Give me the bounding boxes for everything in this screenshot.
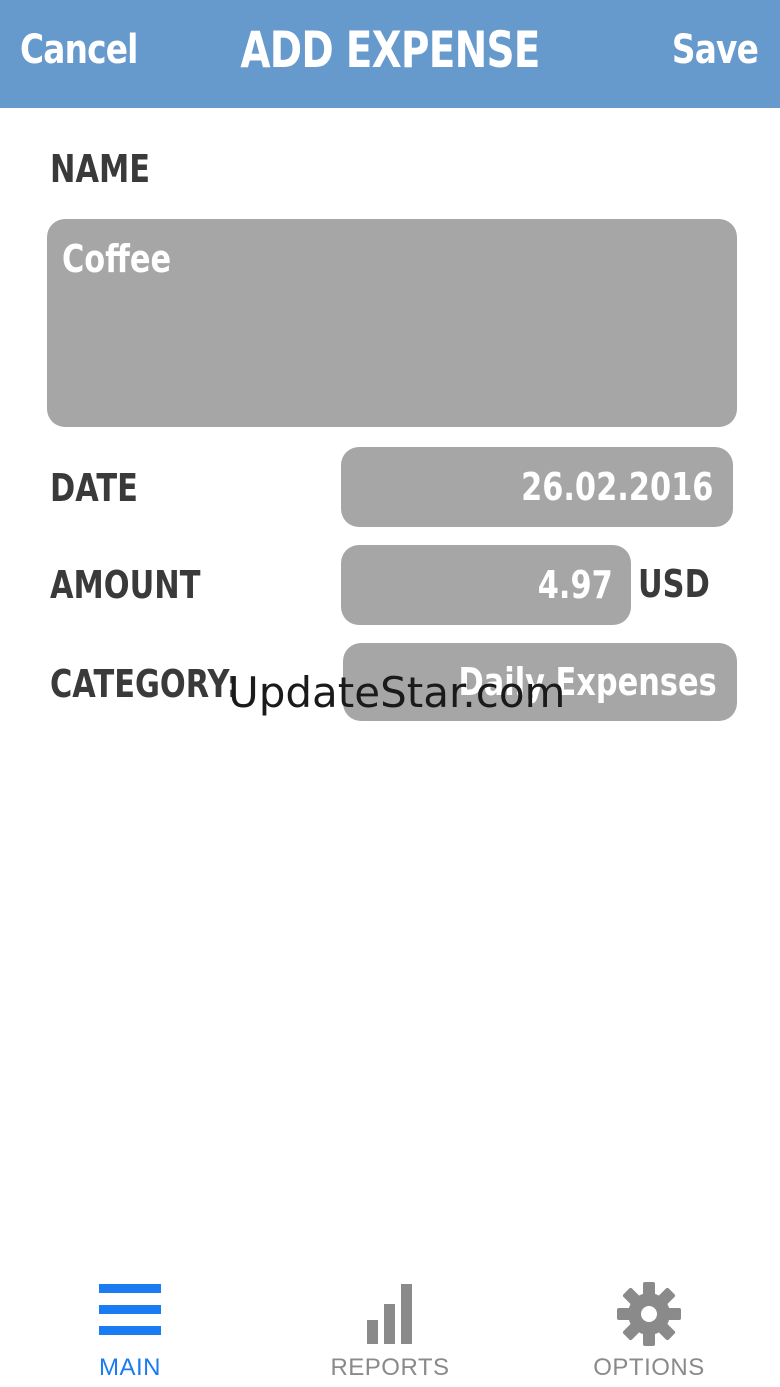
tab-options-label: OPTIONS [593, 1354, 705, 1381]
name-label: NAME [50, 147, 150, 191]
tab-bar: MAIN REPORTS OPTIONS [0, 1266, 780, 1387]
name-value: Coffee [62, 237, 172, 281]
date-input[interactable]: 26.02.2016 [341, 447, 733, 527]
gear-icon [617, 1282, 681, 1346]
amount-input[interactable]: 4.97 [341, 545, 631, 625]
date-label: DATE [50, 466, 138, 510]
name-input[interactable]: Coffee [47, 219, 737, 427]
amount-label: AMOUNT [50, 563, 201, 607]
save-button[interactable]: Save [672, 27, 759, 73]
header-bar: Cancel ADD EXPENSE Save [0, 0, 780, 108]
hamburger-menu-icon [99, 1284, 161, 1335]
tab-options[interactable]: OPTIONS [549, 1266, 749, 1387]
bar-chart-icon [367, 1284, 412, 1344]
amount-value: 4.97 [537, 563, 613, 607]
tab-main-label: MAIN [99, 1354, 161, 1381]
tab-reports[interactable]: REPORTS [290, 1266, 490, 1387]
tab-main[interactable]: MAIN [30, 1266, 230, 1387]
page-title: ADD EXPENSE [240, 21, 540, 79]
cancel-button[interactable]: Cancel [20, 27, 138, 73]
currency-label: USD [638, 562, 710, 606]
date-value: 26.02.2016 [520, 465, 713, 509]
watermark-text: UpdateStar.com [228, 668, 566, 717]
tab-reports-label: REPORTS [330, 1354, 450, 1381]
category-label: CATEGORY: [50, 662, 240, 706]
